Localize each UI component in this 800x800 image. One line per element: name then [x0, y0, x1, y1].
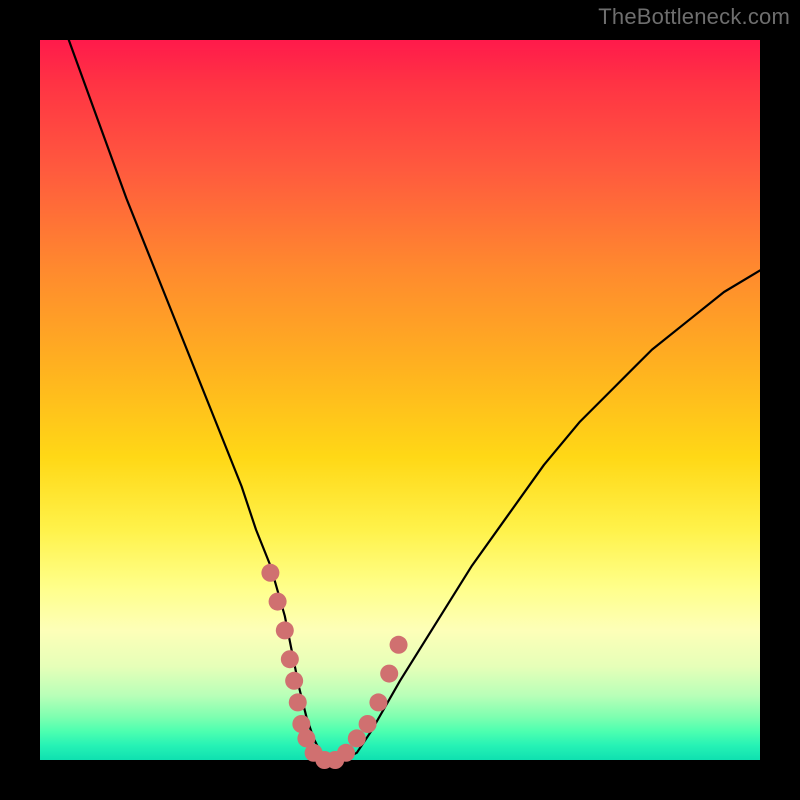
curve-marker — [289, 693, 307, 711]
curve-marker — [369, 693, 387, 711]
curve-marker — [348, 729, 366, 747]
watermark-text: TheBottleneck.com — [598, 4, 790, 30]
bottleneck-curve — [69, 40, 760, 760]
curve-marker — [276, 621, 294, 639]
curve-markers — [261, 564, 407, 769]
curve-marker — [337, 744, 355, 762]
curve-marker — [285, 672, 303, 690]
curve-marker — [261, 564, 279, 582]
curve-marker — [380, 665, 398, 683]
curve-marker — [269, 593, 287, 611]
curve-path — [69, 40, 760, 760]
curve-marker — [390, 636, 408, 654]
chart-frame: TheBottleneck.com — [0, 0, 800, 800]
curve-marker — [359, 715, 377, 733]
plot-area — [40, 40, 760, 760]
curve-marker — [281, 650, 299, 668]
chart-svg — [40, 40, 760, 760]
